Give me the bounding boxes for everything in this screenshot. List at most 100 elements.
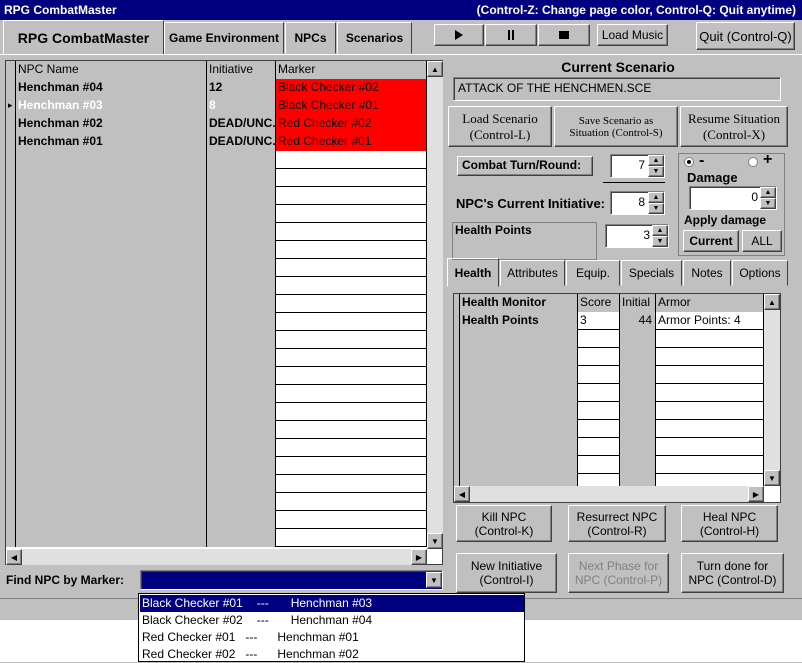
table-cell[interactable]: [16, 295, 207, 313]
table-cell[interactable]: DEAD/UNC.: [207, 133, 276, 151]
table-cell[interactable]: [460, 348, 578, 366]
table-cell[interactable]: [276, 187, 427, 205]
row-selector[interactable]: [6, 79, 16, 97]
table-cell[interactable]: [276, 367, 427, 385]
spin-down-icon[interactable]: ▼: [652, 236, 668, 247]
table-cell[interactable]: [460, 420, 578, 438]
row-selector[interactable]: [6, 259, 16, 277]
table-cell[interactable]: [16, 223, 207, 241]
scroll-up-icon[interactable]: ▲: [427, 61, 443, 77]
quit-button[interactable]: Quit (Control-Q): [696, 22, 795, 50]
tab-options[interactable]: Options: [732, 260, 788, 286]
spin-down-icon[interactable]: ▼: [760, 198, 776, 209]
table-row[interactable]: [6, 331, 427, 349]
table-cell[interactable]: 8: [207, 97, 276, 115]
row-selector[interactable]: [6, 187, 16, 205]
table-cell[interactable]: [16, 241, 207, 259]
table-cell[interactable]: [620, 384, 656, 402]
table-cell[interactable]: [460, 456, 578, 474]
row-selector[interactable]: [6, 385, 16, 403]
table-cell[interactable]: 44: [620, 312, 656, 330]
table-cell[interactable]: [656, 366, 764, 384]
table-cell[interactable]: [620, 330, 656, 348]
table-cell[interactable]: [276, 529, 427, 547]
table-row[interactable]: [6, 421, 427, 439]
table-cell[interactable]: Armor Points: 4: [656, 312, 764, 330]
tab-game-environment[interactable]: Game Environment: [164, 22, 284, 54]
row-selector[interactable]: [6, 493, 16, 511]
table-cell[interactable]: [620, 420, 656, 438]
row-pointer-icon[interactable]: ▸: [6, 97, 16, 115]
row-selector[interactable]: [6, 421, 16, 439]
find-npc-select[interactable]: ▼: [140, 570, 443, 590]
tab-npcs[interactable]: NPCs: [285, 22, 336, 54]
row-selector[interactable]: [6, 133, 16, 151]
spin-down-icon[interactable]: ▼: [648, 166, 664, 177]
scroll-down-icon[interactable]: ▼: [427, 533, 443, 549]
play-button[interactable]: [434, 24, 484, 46]
table-cell[interactable]: [207, 187, 276, 205]
tab-combatmaster[interactable]: RPG CombatMaster: [3, 20, 164, 55]
table-cell[interactable]: [16, 493, 207, 511]
scroll-left-icon[interactable]: ◀: [454, 486, 470, 502]
table-row[interactable]: [6, 223, 427, 241]
table-cell[interactable]: [207, 313, 276, 331]
table-cell[interactable]: [207, 457, 276, 475]
table-cell[interactable]: [276, 349, 427, 367]
scroll-right-icon[interactable]: ▶: [411, 549, 427, 565]
tab-equip[interactable]: Equip.: [566, 260, 620, 286]
table-cell[interactable]: [207, 529, 276, 547]
row-selector[interactable]: [6, 439, 16, 457]
health-vscroll[interactable]: ▲ ▼: [764, 294, 780, 486]
scroll-up-icon[interactable]: ▲: [764, 294, 780, 310]
column-header[interactable]: Initial: [620, 294, 656, 312]
table-cell[interactable]: [207, 277, 276, 295]
dropdown-option[interactable]: Red Checker #01 --- Henchman #01: [140, 629, 524, 646]
table-row[interactable]: [6, 457, 427, 475]
table-cell[interactable]: [207, 403, 276, 421]
table-cell[interactable]: [207, 241, 276, 259]
table-cell[interactable]: [578, 330, 620, 348]
new-initiative-button[interactable]: New Initiative (Control-I): [456, 553, 557, 593]
table-cell[interactable]: [276, 277, 427, 295]
spin-up-icon[interactable]: ▲: [760, 187, 776, 198]
table-cell[interactable]: Health Points: [460, 312, 578, 330]
table-cell[interactable]: [207, 205, 276, 223]
table-cell[interactable]: Henchman #02: [16, 115, 207, 133]
table-cell[interactable]: [16, 439, 207, 457]
table-cell[interactable]: [16, 169, 207, 187]
table-row[interactable]: [454, 348, 764, 366]
table-row[interactable]: [6, 529, 427, 547]
table-row[interactable]: ▸ Henchman #03 8 Black Checker #01: [6, 97, 427, 115]
apply-all-button[interactable]: ALL: [742, 230, 782, 252]
table-cell[interactable]: [276, 241, 427, 259]
table-row[interactable]: [6, 349, 427, 367]
table-cell[interactable]: [16, 529, 207, 547]
table-cell[interactable]: [656, 456, 764, 474]
table-row[interactable]: Henchman #01 DEAD/UNC. Red Checker #01: [6, 133, 427, 151]
table-cell[interactable]: [620, 402, 656, 420]
table-cell[interactable]: [16, 313, 207, 331]
table-cell[interactable]: [578, 402, 620, 420]
row-selector[interactable]: [6, 115, 16, 133]
table-cell[interactable]: [16, 367, 207, 385]
table-cell[interactable]: [207, 439, 276, 457]
table-cell[interactable]: [460, 402, 578, 420]
npc-initiative-spinner[interactable]: 8 ▲ ▼: [610, 191, 665, 215]
table-cell[interactable]: [656, 420, 764, 438]
table-cell[interactable]: [276, 385, 427, 403]
resume-situation-button[interactable]: Resume Situation (Control-X): [680, 106, 788, 147]
column-header[interactable]: Armor: [656, 294, 764, 312]
table-row[interactable]: [6, 259, 427, 277]
row-selector[interactable]: [6, 331, 16, 349]
table-cell[interactable]: [276, 295, 427, 313]
table-cell[interactable]: Henchman #03: [16, 97, 207, 115]
dropdown-option[interactable]: Black Checker #02 --- Henchman #04: [140, 612, 524, 629]
table-cell[interactable]: [656, 384, 764, 402]
table-row[interactable]: [454, 456, 764, 474]
table-cell[interactable]: [620, 456, 656, 474]
table-cell[interactable]: [578, 348, 620, 366]
table-cell[interactable]: [578, 420, 620, 438]
next-phase-button[interactable]: Next Phase for NPC (Control-P): [568, 553, 669, 593]
scroll-left-icon[interactable]: ◀: [6, 549, 22, 565]
